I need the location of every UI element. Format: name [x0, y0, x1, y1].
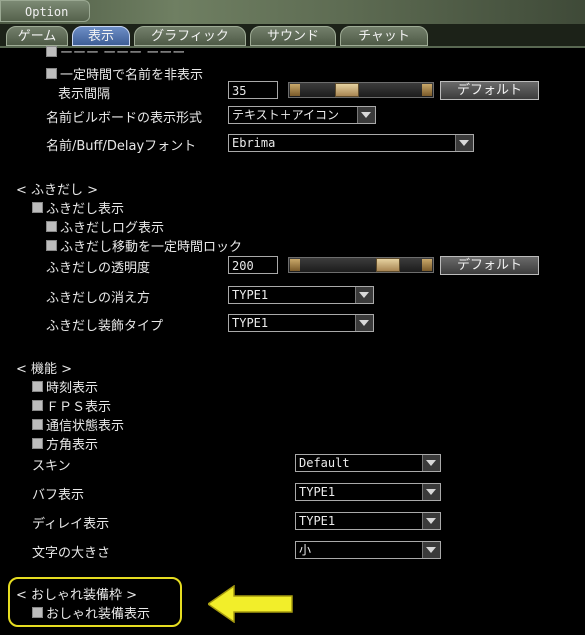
fukidashi-opacity-slider[interactable] — [288, 257, 434, 273]
dropdown-value: Default — [299, 456, 350, 470]
dropdown-value: TYPE1 — [232, 316, 269, 330]
slider-thumb[interactable] — [334, 83, 359, 97]
chevron-down-icon[interactable] — [455, 135, 473, 151]
dropdown-value: TYPE1 — [232, 288, 269, 302]
checkbox[interactable] — [32, 438, 43, 449]
tab-sound[interactable]: サウンド — [250, 26, 336, 46]
billboard-format-label: 名前ビルボードの表示形式 — [46, 111, 203, 126]
billboard-format-dropdown[interactable]: テキスト＋アイコン — [228, 106, 376, 124]
checkbox[interactable] — [32, 202, 43, 213]
fukidashi-section-header: < ふきだし > — [16, 183, 99, 198]
fukidashi-opacity-label: ふきだしの透明度 — [46, 261, 151, 276]
fps-option[interactable]: ＦＰＳ表示 — [32, 396, 111, 415]
checkbox[interactable] — [32, 419, 43, 430]
chevron-down-icon[interactable] — [422, 513, 440, 529]
checkbox[interactable] — [32, 400, 43, 411]
checkbox[interactable] — [46, 221, 57, 232]
slider-left-cap — [290, 84, 300, 96]
checkbox[interactable] — [32, 381, 43, 392]
dropdown-value: TYPE1 — [299, 485, 336, 499]
chevron-down-icon[interactable] — [422, 542, 440, 558]
window-title: Option — [0, 0, 90, 22]
annotation-highlight-box — [8, 577, 182, 627]
chevron-down-icon[interactable] — [422, 455, 440, 471]
hide-name-timed-option[interactable]: 一定時間で名前を非表示 — [46, 64, 203, 83]
fukidashi-fade-dropdown[interactable]: TYPE1 — [228, 286, 374, 304]
chevron-down-icon[interactable] — [357, 107, 375, 123]
display-interval-default-button[interactable]: デフォルト — [440, 81, 539, 100]
text-size-label: 文字の大きさ — [32, 546, 111, 561]
chevron-down-icon[interactable] — [422, 484, 440, 500]
text-size-dropdown[interactable]: 小 — [295, 541, 441, 559]
window-titlebar: Option — [0, 0, 585, 25]
fukidashi-opacity-input[interactable]: 200 — [228, 256, 278, 274]
tab-chat[interactable]: チャット — [340, 26, 428, 46]
checkbox[interactable] — [46, 46, 57, 57]
slider-left-cap — [290, 259, 300, 271]
skin-dropdown[interactable]: Default — [295, 454, 441, 472]
slider-right-cap — [422, 84, 432, 96]
name-font-dropdown[interactable]: Ebrima — [228, 134, 474, 152]
fukidashi-show-option[interactable]: ふきだし表示 — [32, 198, 124, 217]
partial-option-row: ーーー ーーー ーーー — [46, 42, 185, 61]
dropdown-value: Ebrima — [232, 136, 276, 150]
dropdown-value: TYPE1 — [299, 514, 336, 528]
fukidashi-log-option[interactable]: ふきだしログ表示 — [46, 217, 164, 236]
checkbox[interactable] — [46, 240, 57, 251]
skin-label: スキン — [32, 459, 71, 474]
dropdown-value: テキスト＋アイコン — [232, 108, 340, 122]
fukidashi-decor-label: ふきだし装飾タイプ — [46, 319, 164, 334]
checkbox[interactable] — [46, 68, 57, 79]
annotation-arrow-icon — [208, 585, 293, 623]
slider-right-cap — [422, 259, 432, 271]
dropdown-value: 小 — [299, 543, 312, 557]
buff-display-label: バフ表示 — [32, 488, 85, 503]
name-font-label: 名前/Buff/Delayフォント — [46, 139, 197, 154]
network-status-option[interactable]: 通信状態表示 — [32, 415, 124, 434]
settings-panel: ーーー ーーー ーーー 一定時間で名前を非表示 表示間隔 35 デフォルト 名前… — [8, 46, 585, 635]
fukidashi-lock-option[interactable]: ふきだし移動を一定時間ロック — [46, 236, 242, 255]
fukidashi-decor-dropdown[interactable]: TYPE1 — [228, 314, 374, 332]
fukidashi-fade-label: ふきだしの消え方 — [46, 291, 151, 306]
clock-option[interactable]: 時刻表示 — [32, 377, 98, 396]
display-interval-slider[interactable] — [288, 82, 434, 98]
compass-option[interactable]: 方角表示 — [32, 434, 98, 453]
slider-thumb[interactable] — [375, 258, 400, 272]
display-interval-input[interactable]: 35 — [228, 81, 278, 99]
chevron-down-icon[interactable] — [355, 315, 373, 331]
fukidashi-opacity-default-button[interactable]: デフォルト — [440, 256, 539, 275]
display-interval-label: 表示間隔 — [58, 87, 111, 102]
delay-display-dropdown[interactable]: TYPE1 — [295, 512, 441, 530]
kinou-section-header: < 機能 > — [16, 362, 73, 377]
buff-display-dropdown[interactable]: TYPE1 — [295, 483, 441, 501]
chevron-down-icon[interactable] — [355, 287, 373, 303]
delay-display-label: ディレイ表示 — [32, 517, 110, 532]
